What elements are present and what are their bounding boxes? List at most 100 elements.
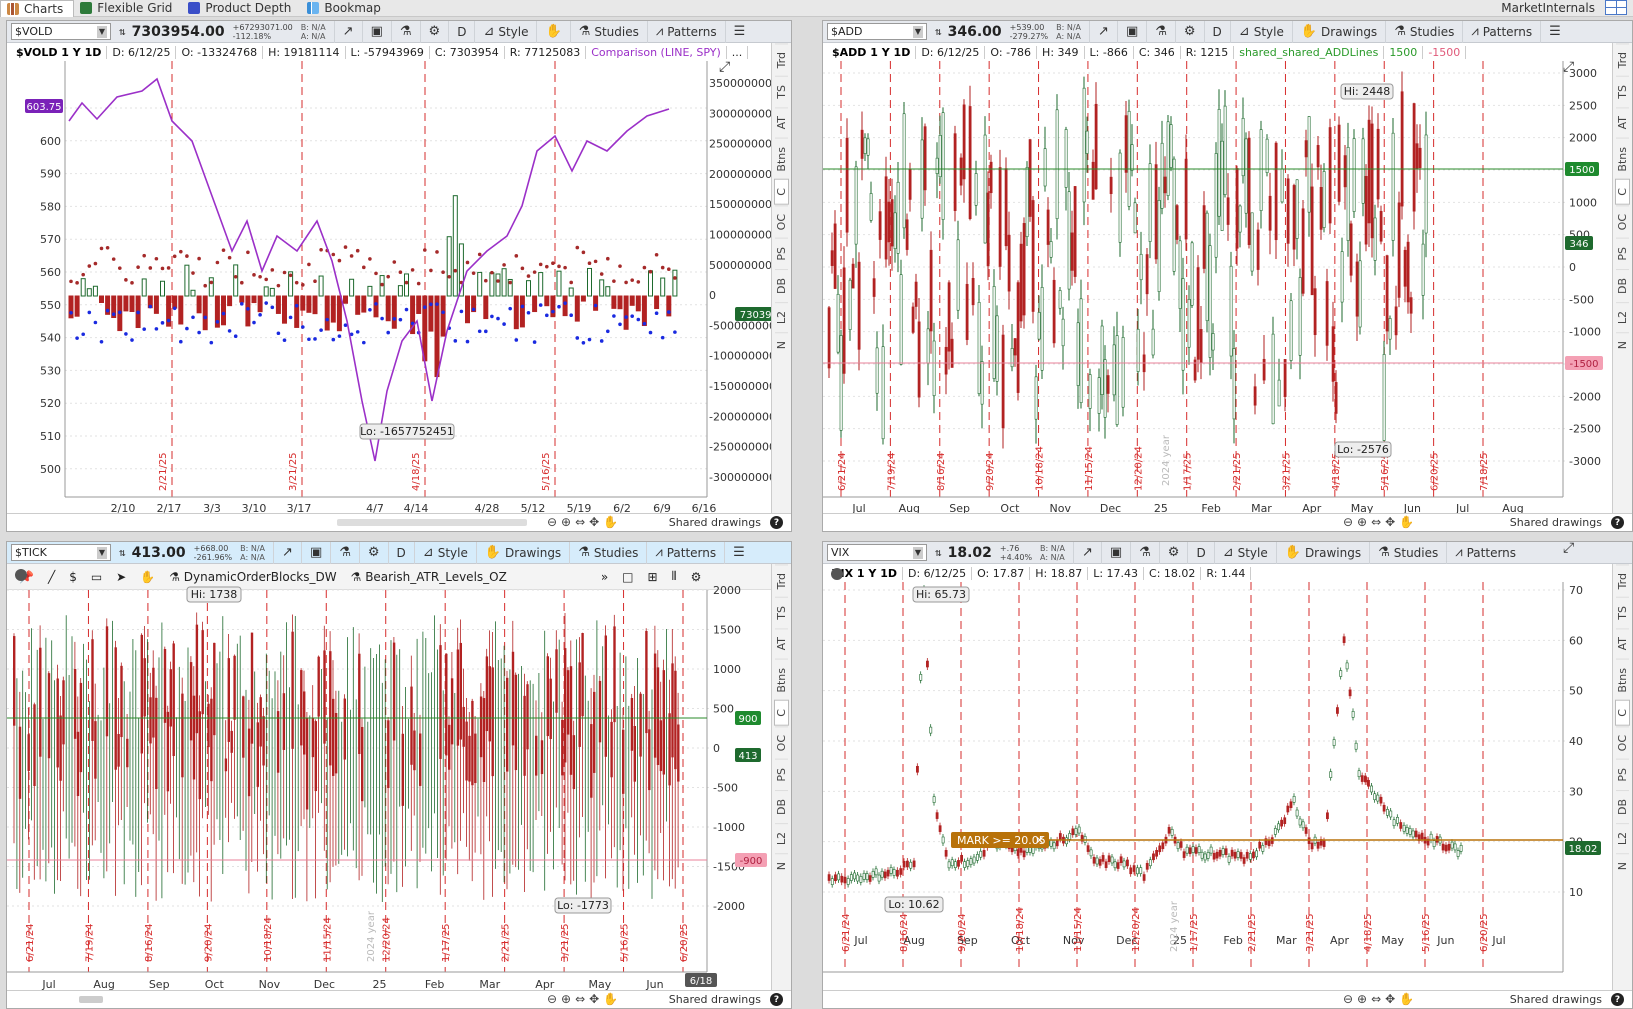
sidebar-tab-l2[interactable]: L2 bbox=[775, 301, 788, 332]
sidebar-tab-l2[interactable]: L2 bbox=[775, 822, 788, 853]
alert-icon[interactable] bbox=[831, 568, 843, 580]
candle bbox=[622, 729, 625, 794]
vold-bar bbox=[611, 295, 617, 309]
candle bbox=[33, 704, 36, 787]
alert-icon[interactable] bbox=[15, 569, 27, 581]
sidebar-tab-c[interactable]: C bbox=[774, 700, 789, 726]
sidebar-tab-oc[interactable]: OC bbox=[1616, 725, 1629, 760]
candle bbox=[880, 870, 884, 878]
sidebar-tab-ts[interactable]: TS bbox=[1616, 76, 1629, 108]
sidebar-tab-db[interactable]: DB bbox=[1616, 268, 1629, 302]
zoom-controls[interactable]: ⊖⊕⇔✥✋ bbox=[1343, 515, 1418, 529]
tab-bookmap[interactable]: Bookmap bbox=[301, 0, 391, 17]
candle bbox=[126, 738, 129, 768]
sidebar-tab-ps[interactable]: PS bbox=[1616, 759, 1629, 790]
sidebar-tab-l2[interactable]: L2 bbox=[1616, 822, 1629, 853]
high-dot bbox=[258, 274, 262, 279]
candle bbox=[311, 718, 315, 758]
low-dot bbox=[490, 314, 494, 319]
expand-icon[interactable]: ⤢ bbox=[1563, 542, 1574, 556]
sidebar-tab-ts[interactable]: TS bbox=[775, 597, 788, 629]
right-sidebar: Trd TS AT Btns C OC PS DB L2 N bbox=[1612, 43, 1632, 513]
sidebar-tab-btns[interactable]: Btns bbox=[1616, 658, 1629, 701]
sidebar-tab-db[interactable]: DB bbox=[775, 268, 788, 302]
candle bbox=[479, 696, 483, 758]
right-sidebar: Trd TS AT Btns C OC PS DB L2 N bbox=[771, 43, 791, 513]
candle bbox=[450, 678, 454, 745]
sidebar-tab-trd[interactable]: Trd bbox=[775, 43, 788, 77]
sidebar-tab-oc[interactable]: OC bbox=[775, 204, 788, 239]
candle bbox=[839, 335, 843, 431]
vold-chart[interactable]: 6106005905805705605505405305205105003500… bbox=[7, 21, 792, 532]
sidebar-tab-at[interactable]: AT bbox=[1616, 107, 1629, 138]
expiration-date-label: 6/21/24 bbox=[841, 913, 852, 952]
shared-drawings-label[interactable]: Shared drawings bbox=[1510, 516, 1602, 529]
sidebar-tab-btns[interactable]: Btns bbox=[1616, 137, 1629, 180]
low-dot bbox=[423, 305, 427, 309]
close-icon[interactable]: ✕ bbox=[1035, 834, 1044, 847]
sidebar-tab-l2[interactable]: L2 bbox=[1616, 301, 1629, 332]
help-icon[interactable]: ? bbox=[1611, 516, 1624, 529]
sidebar-tab-ps[interactable]: PS bbox=[775, 759, 788, 790]
high-dot bbox=[410, 268, 415, 272]
sidebar-tab-trd[interactable]: Trd bbox=[1616, 43, 1629, 77]
sidebar-tab-at[interactable]: AT bbox=[775, 107, 788, 138]
help-icon[interactable]: ? bbox=[1611, 993, 1624, 1006]
sidebar-tab-ts[interactable]: TS bbox=[775, 76, 788, 108]
candle bbox=[974, 173, 978, 206]
sidebar-tab-ts[interactable]: TS bbox=[1616, 597, 1629, 629]
shared-drawings-label[interactable]: Shared drawings bbox=[669, 516, 761, 529]
expand-icon[interactable]: ⤢ bbox=[719, 59, 730, 75]
sidebar-tab-db[interactable]: DB bbox=[1616, 789, 1629, 823]
high-dot bbox=[87, 264, 92, 268]
sidebar-tab-c[interactable]: C bbox=[1615, 179, 1630, 205]
sidebar-tab-btns[interactable]: Btns bbox=[775, 137, 788, 180]
sidebar-tab-c[interactable]: C bbox=[774, 179, 789, 205]
layout-name: MarketInternals bbox=[1501, 0, 1595, 15]
tick-chart[interactable]: 2000150010005000-500-1000-1500-2000Jul Au… bbox=[7, 542, 792, 1009]
right-axis-label: -500 bbox=[713, 782, 738, 795]
sidebar-tab-trd[interactable]: Trd bbox=[1616, 564, 1629, 598]
sidebar-tab-btns[interactable]: Btns bbox=[775, 658, 788, 701]
vold-bar bbox=[282, 295, 287, 324]
help-icon[interactable]: ? bbox=[770, 993, 783, 1006]
candle bbox=[890, 199, 894, 247]
high-dot bbox=[581, 250, 586, 255]
candle bbox=[1236, 851, 1240, 858]
vix-chart[interactable]: 70605040302010JulAugSepOctNovDec25FebMar… bbox=[823, 542, 1633, 1009]
sidebar-tab-oc[interactable]: OC bbox=[775, 725, 788, 760]
candle bbox=[1224, 848, 1228, 855]
sidebar-tab-n[interactable]: N bbox=[1616, 331, 1629, 358]
zoom-controls[interactable]: ⊖⊕⇔✥✋ bbox=[547, 515, 622, 529]
high-dot bbox=[270, 268, 275, 272]
zoom-controls[interactable]: ⊖⊕⇔✥✋ bbox=[1343, 992, 1418, 1006]
sidebar-tab-n[interactable]: N bbox=[1616, 852, 1629, 879]
vold-bar bbox=[641, 295, 647, 327]
sidebar-tab-oc[interactable]: OC bbox=[1616, 204, 1629, 239]
sidebar-tab-c[interactable]: C bbox=[1615, 700, 1630, 726]
shared-drawings-label[interactable]: Shared drawings bbox=[1510, 993, 1602, 1006]
date-box-label: 6/18 bbox=[690, 976, 712, 987]
scrollbar[interactable] bbox=[337, 519, 527, 526]
expand-icon[interactable]: ⤢ bbox=[1563, 59, 1574, 75]
sidebar-tab-n[interactable]: N bbox=[775, 331, 788, 358]
tab-charts[interactable]: Charts bbox=[0, 0, 75, 17]
sidebar-tab-trd[interactable]: Trd bbox=[775, 564, 788, 598]
zoom-controls[interactable]: ⊖⊕⇔✥✋ bbox=[547, 992, 622, 1006]
help-icon[interactable]: ? bbox=[770, 516, 783, 529]
sidebar-tab-n[interactable]: N bbox=[775, 852, 788, 879]
candle bbox=[1016, 282, 1020, 393]
shared-drawings-label[interactable]: Shared drawings bbox=[669, 993, 761, 1006]
sidebar-tab-at[interactable]: AT bbox=[1616, 628, 1629, 659]
tab-flexible-grid[interactable]: Flexible Grid bbox=[74, 0, 182, 17]
layout-grid-icon[interactable] bbox=[1605, 0, 1627, 15]
add-chart[interactable]: 300025002000150010005000-500-1000-1500-2… bbox=[823, 21, 1633, 532]
sidebar-tab-ps[interactable]: PS bbox=[775, 238, 788, 269]
candle bbox=[1298, 277, 1302, 356]
sidebar-tab-at[interactable]: AT bbox=[775, 628, 788, 659]
sidebar-tab-db[interactable]: DB bbox=[775, 789, 788, 823]
vold-bar bbox=[330, 295, 336, 323]
scrollbar[interactable] bbox=[79, 996, 103, 1003]
tab-product-depth[interactable]: Product Depth bbox=[182, 0, 301, 17]
sidebar-tab-ps[interactable]: PS bbox=[1616, 238, 1629, 269]
